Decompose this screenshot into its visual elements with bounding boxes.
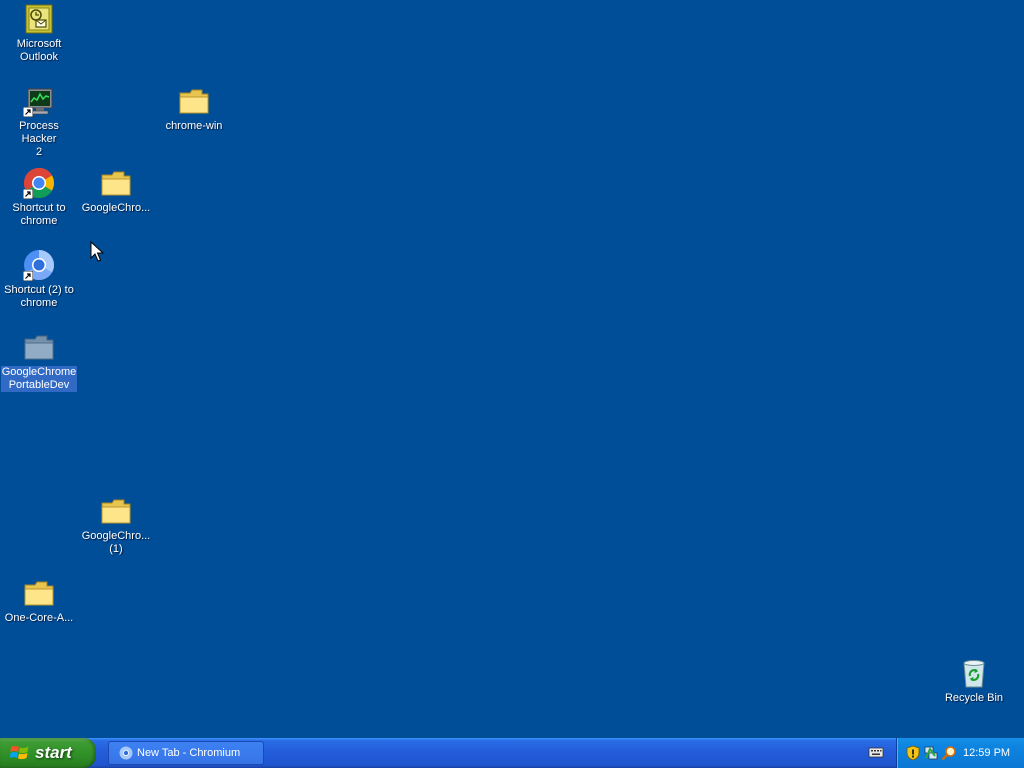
desktop-icon-label: Shortcut (2) to chrome — [4, 284, 74, 309]
folder-icon — [23, 577, 55, 609]
search-icon[interactable] — [941, 745, 957, 761]
desktop-icon-outlook[interactable]: Microsoft Outlook — [0, 3, 78, 64]
desktop-icon-one-core-folder[interactable]: One-Core-A... — [0, 577, 78, 625]
network-icon[interactable] — [923, 745, 939, 761]
shortcut-arrow-icon — [23, 189, 33, 199]
desktop-icon-chrome-shortcut[interactable]: Shortcut to chrome — [0, 167, 78, 228]
desktop-icon-chromium-shortcut[interactable]: Shortcut (2) to chrome — [0, 249, 78, 310]
keyboard-icon[interactable] — [868, 745, 884, 759]
desktop-icon-googlechrome-folder-1[interactable]: GoogleChro... (1) — [77, 495, 155, 556]
folder-icon — [100, 167, 132, 199]
recycle-bin-icon — [958, 657, 990, 689]
desktop-icon-label: Shortcut to chrome — [12, 202, 66, 227]
desktop-icon-label: Recycle Bin — [944, 692, 1004, 704]
desktop-icon-chrome-win[interactable]: chrome-win — [155, 85, 233, 133]
desktop-icon-label: One-Core-A... — [4, 612, 74, 624]
desktop-icon-label: GoogleChrome PortableDev — [0, 366, 78, 392]
folder-icon — [178, 85, 210, 117]
taskbar-button-label: New Tab - Chromium — [137, 747, 241, 759]
folder-icon — [23, 331, 55, 363]
desktop-icon-label: GoogleChro... — [81, 202, 151, 214]
desktop-icon-label: Process Hacker 2 — [19, 120, 59, 158]
process-hacker-icon — [23, 85, 55, 117]
chromium-icon — [23, 249, 55, 281]
folder-icon — [100, 495, 132, 527]
shortcut-arrow-icon — [23, 271, 33, 281]
mouse-cursor-icon — [90, 241, 104, 262]
windows-logo-icon — [10, 746, 29, 760]
outlook-icon — [23, 3, 55, 35]
taskbar-clock[interactable]: 12:59 PM — [963, 738, 1010, 768]
desktop-icon-googlechrome-portabledev[interactable]: GoogleChrome PortableDev — [0, 331, 78, 392]
start-label: start — [35, 743, 72, 762]
chromium-icon — [119, 746, 133, 760]
desktop: Microsoft Outlook Process Hacker 2 chrom… — [0, 0, 1024, 738]
taskbar-button-new-tab-chromium[interactable]: New Tab - Chromium — [108, 741, 264, 765]
desktop-icon-googlechrome-folder[interactable]: GoogleChro... — [77, 167, 155, 215]
desktop-icon-label: chrome-win — [165, 120, 223, 132]
desktop-icon-label: Microsoft Outlook — [16, 38, 62, 63]
shortcut-arrow-icon — [23, 107, 33, 117]
chrome-icon — [23, 167, 55, 199]
desktop-icon-recycle-bin[interactable]: Recycle Bin — [935, 657, 1013, 705]
desktop-icon-label: GoogleChro... (1) — [81, 530, 151, 555]
desktop-icon-process-hacker[interactable]: Process Hacker 2 — [0, 85, 78, 159]
start-button[interactable]: start — [0, 738, 96, 768]
security-shield-icon[interactable] — [905, 745, 921, 761]
